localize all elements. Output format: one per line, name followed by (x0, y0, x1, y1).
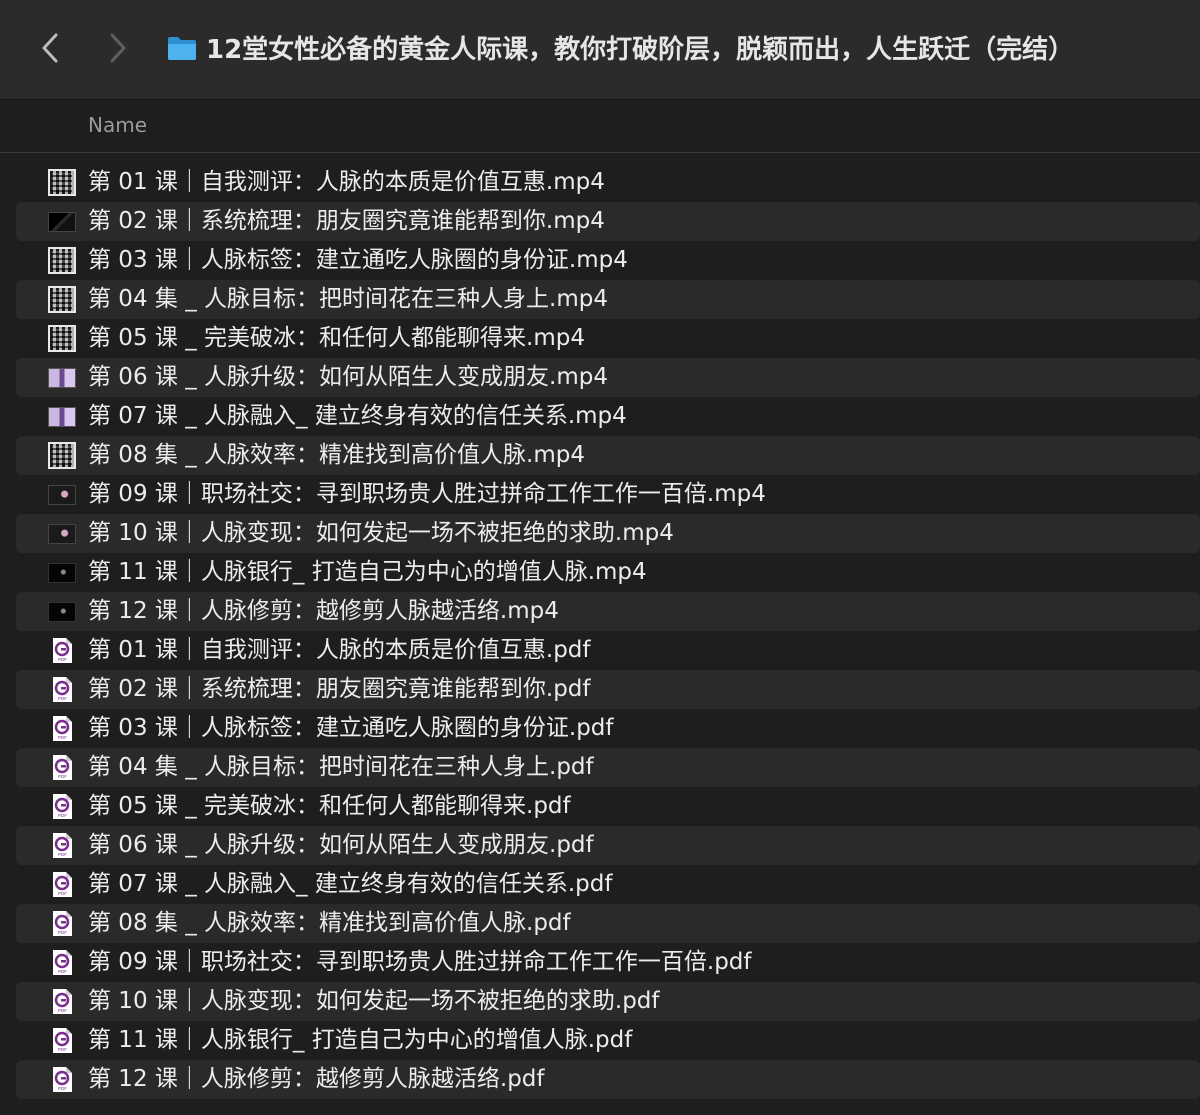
file-row[interactable]: PDF 第 12 课｜人脉修剪：越修剪人脉越活络.pdf (16, 1060, 1200, 1099)
file-row[interactable]: 第 04 集 _ 人脉目标：把时间花在三种人身上.mp4 (16, 280, 1200, 319)
toolbar: 12堂女性必备的黄金人际课，教你打破阶层，脱颖而出，人生跃迁（完结） (0, 0, 1200, 100)
video-thumbnail-icon (48, 407, 76, 427)
column-header: Name (0, 100, 1200, 153)
video-thumbnail-icon (48, 169, 76, 196)
file-row[interactable]: 第 05 课 _ 完美破冰：和任何人都能聊得来.mp4 (16, 319, 1200, 358)
folder-icon (168, 37, 196, 60)
video-thumbnail-icon (48, 247, 76, 274)
file-name: 第 08 集 _ 人脉效率：精准找到高价值人脉.mp4 (88, 442, 585, 468)
window-title: 12堂女性必备的黄金人际课，教你打破阶层，脱颖而出，人生跃迁（完结） (206, 35, 1075, 65)
pdf-icon: PDF (48, 637, 76, 664)
file-name: 第 02 课｜系统梳理：朋友圈究竟谁能帮到你.pdf (88, 676, 591, 702)
pdf-icon: PDF (48, 793, 76, 820)
video-thumbnail-icon (48, 563, 76, 583)
file-row[interactable]: 第 06 课 _ 人脉升级：如何从陌生人变成朋友.mp4 (16, 358, 1200, 397)
svg-text:PDF: PDF (58, 891, 67, 896)
file-row[interactable]: PDF 第 04 集 _ 人脉目标：把时间花在三种人身上.pdf (16, 748, 1200, 787)
file-list: 第 01 课｜自我测评：人脉的本质是价值互惠.mp4 第 02 课｜系统梳理：朋友… (0, 163, 1200, 1099)
file-row[interactable]: PDF 第 09 课｜职场社交：寻到职场贵人胜过拼命工作工作一百倍.pdf (16, 943, 1200, 982)
pdf-icon: PDF (48, 910, 76, 937)
file-row[interactable]: PDF 第 05 课 _ 完美破冰：和任何人都能聊得来.pdf (16, 787, 1200, 826)
file-row[interactable]: PDF 第 02 课｜系统梳理：朋友圈究竟谁能帮到你.pdf (16, 670, 1200, 709)
file-name: 第 12 课｜人脉修剪：越修剪人脉越活络.mp4 (88, 598, 559, 624)
file-name: 第 01 课｜自我测评：人脉的本质是价值互惠.mp4 (88, 169, 605, 195)
video-thumbnail-icon (48, 286, 76, 313)
pdf-icon: PDF (48, 832, 76, 859)
back-button[interactable] (30, 26, 70, 70)
file-row[interactable]: PDF 第 08 集 _ 人脉效率：精准找到高价值人脉.pdf (16, 904, 1200, 943)
file-row[interactable]: 第 08 集 _ 人脉效率：精准找到高价值人脉.mp4 (16, 436, 1200, 475)
forward-button[interactable] (98, 26, 138, 70)
file-name: 第 05 课 _ 完美破冰：和任何人都能聊得来.pdf (88, 793, 571, 819)
file-name: 第 06 课 _ 人脉升级：如何从陌生人变成朋友.pdf (88, 832, 594, 858)
file-row[interactable]: PDF 第 03 课｜人脉标签：建立通吃人脉圈的身份证.pdf (16, 709, 1200, 748)
chevron-right-icon (110, 33, 126, 63)
file-name: 第 12 课｜人脉修剪：越修剪人脉越活络.pdf (88, 1066, 545, 1092)
file-name: 第 07 课 _ 人脉融入_ 建立终身有效的信任关系.pdf (88, 871, 613, 897)
video-thumbnail-icon (48, 524, 76, 544)
file-name: 第 02 课｜系统梳理：朋友圈究竟谁能帮到你.mp4 (88, 208, 605, 234)
file-name: 第 11 课｜人脉银行_ 打造自己为中心的增值人脉.pdf (88, 1027, 633, 1053)
file-name: 第 04 集 _ 人脉目标：把时间花在三种人身上.mp4 (88, 286, 608, 312)
file-row[interactable]: 第 09 课｜职场社交：寻到职场贵人胜过拼命工作工作一百倍.mp4 (16, 475, 1200, 514)
file-row[interactable]: 第 02 课｜系统梳理：朋友圈究竟谁能帮到你.mp4 (16, 202, 1200, 241)
pdf-icon: PDF (48, 715, 76, 742)
file-name: 第 06 课 _ 人脉升级：如何从陌生人变成朋友.mp4 (88, 364, 608, 390)
video-thumbnail-icon (48, 602, 76, 622)
file-name: 第 11 课｜人脉银行_ 打造自己为中心的增值人脉.mp4 (88, 559, 647, 585)
svg-text:PDF: PDF (58, 735, 67, 740)
file-row[interactable]: 第 11 课｜人脉银行_ 打造自己为中心的增值人脉.mp4 (16, 553, 1200, 592)
file-name: 第 07 课 _ 人脉融入_ 建立终身有效的信任关系.mp4 (88, 403, 627, 429)
file-row[interactable]: 第 12 课｜人脉修剪：越修剪人脉越活络.mp4 (16, 592, 1200, 631)
finder-window: 12堂女性必备的黄金人际课，教你打破阶层，脱颖而出，人生跃迁（完结） Name … (0, 0, 1200, 1115)
file-row[interactable]: PDF 第 06 课 _ 人脉升级：如何从陌生人变成朋友.pdf (16, 826, 1200, 865)
svg-text:PDF: PDF (58, 774, 67, 779)
svg-text:PDF: PDF (58, 1008, 67, 1013)
video-thumbnail-icon (48, 325, 76, 352)
chevron-left-icon (42, 33, 58, 63)
svg-text:PDF: PDF (58, 930, 67, 935)
file-name: 第 08 集 _ 人脉效率：精准找到高价值人脉.pdf (88, 910, 571, 936)
svg-text:PDF: PDF (58, 696, 67, 701)
file-row[interactable]: 第 07 课 _ 人脉融入_ 建立终身有效的信任关系.mp4 (16, 397, 1200, 436)
file-name: 第 05 课 _ 完美破冰：和任何人都能聊得来.mp4 (88, 325, 585, 351)
video-thumbnail-icon (48, 485, 76, 505)
file-name: 第 03 课｜人脉标签：建立通吃人脉圈的身份证.mp4 (88, 247, 628, 273)
file-name: 第 10 课｜人脉变现：如何发起一场不被拒绝的求助.pdf (88, 988, 660, 1014)
svg-text:PDF: PDF (58, 852, 67, 857)
file-name: 第 10 课｜人脉变现：如何发起一场不被拒绝的求助.mp4 (88, 520, 674, 546)
svg-text:PDF: PDF (58, 969, 67, 974)
video-thumbnail-icon (48, 212, 76, 232)
svg-text:PDF: PDF (58, 657, 67, 662)
file-row[interactable]: PDF 第 10 课｜人脉变现：如何发起一场不被拒绝的求助.pdf (16, 982, 1200, 1021)
video-thumbnail-icon (48, 442, 76, 469)
pdf-icon: PDF (48, 871, 76, 898)
video-thumbnail-icon (48, 368, 76, 388)
column-header-name[interactable]: Name (88, 112, 147, 138)
file-name: 第 04 集 _ 人脉目标：把时间花在三种人身上.pdf (88, 754, 594, 780)
pdf-icon: PDF (48, 1027, 76, 1054)
svg-text:PDF: PDF (58, 1047, 67, 1052)
pdf-icon: PDF (48, 988, 76, 1015)
pdf-icon: PDF (48, 1066, 76, 1093)
file-name: 第 09 课｜职场社交：寻到职场贵人胜过拼命工作工作一百倍.mp4 (88, 481, 766, 507)
file-row[interactable]: 第 01 课｜自我测评：人脉的本质是价值互惠.mp4 (16, 163, 1200, 202)
file-name: 第 03 课｜人脉标签：建立通吃人脉圈的身份证.pdf (88, 715, 614, 741)
svg-text:PDF: PDF (58, 1086, 67, 1091)
pdf-icon: PDF (48, 754, 76, 781)
file-row[interactable]: PDF 第 01 课｜自我测评：人脉的本质是价值互惠.pdf (16, 631, 1200, 670)
file-name: 第 01 课｜自我测评：人脉的本质是价值互惠.pdf (88, 637, 591, 663)
file-row[interactable]: PDF 第 07 课 _ 人脉融入_ 建立终身有效的信任关系.pdf (16, 865, 1200, 904)
file-row[interactable]: 第 10 课｜人脉变现：如何发起一场不被拒绝的求助.mp4 (16, 514, 1200, 553)
pdf-icon: PDF (48, 949, 76, 976)
file-row[interactable]: PDF 第 11 课｜人脉银行_ 打造自己为中心的增值人脉.pdf (16, 1021, 1200, 1060)
file-row[interactable]: 第 03 课｜人脉标签：建立通吃人脉圈的身份证.mp4 (16, 241, 1200, 280)
pdf-icon: PDF (48, 676, 76, 703)
svg-text:PDF: PDF (58, 813, 67, 818)
file-name: 第 09 课｜职场社交：寻到职场贵人胜过拼命工作工作一百倍.pdf (88, 949, 752, 975)
